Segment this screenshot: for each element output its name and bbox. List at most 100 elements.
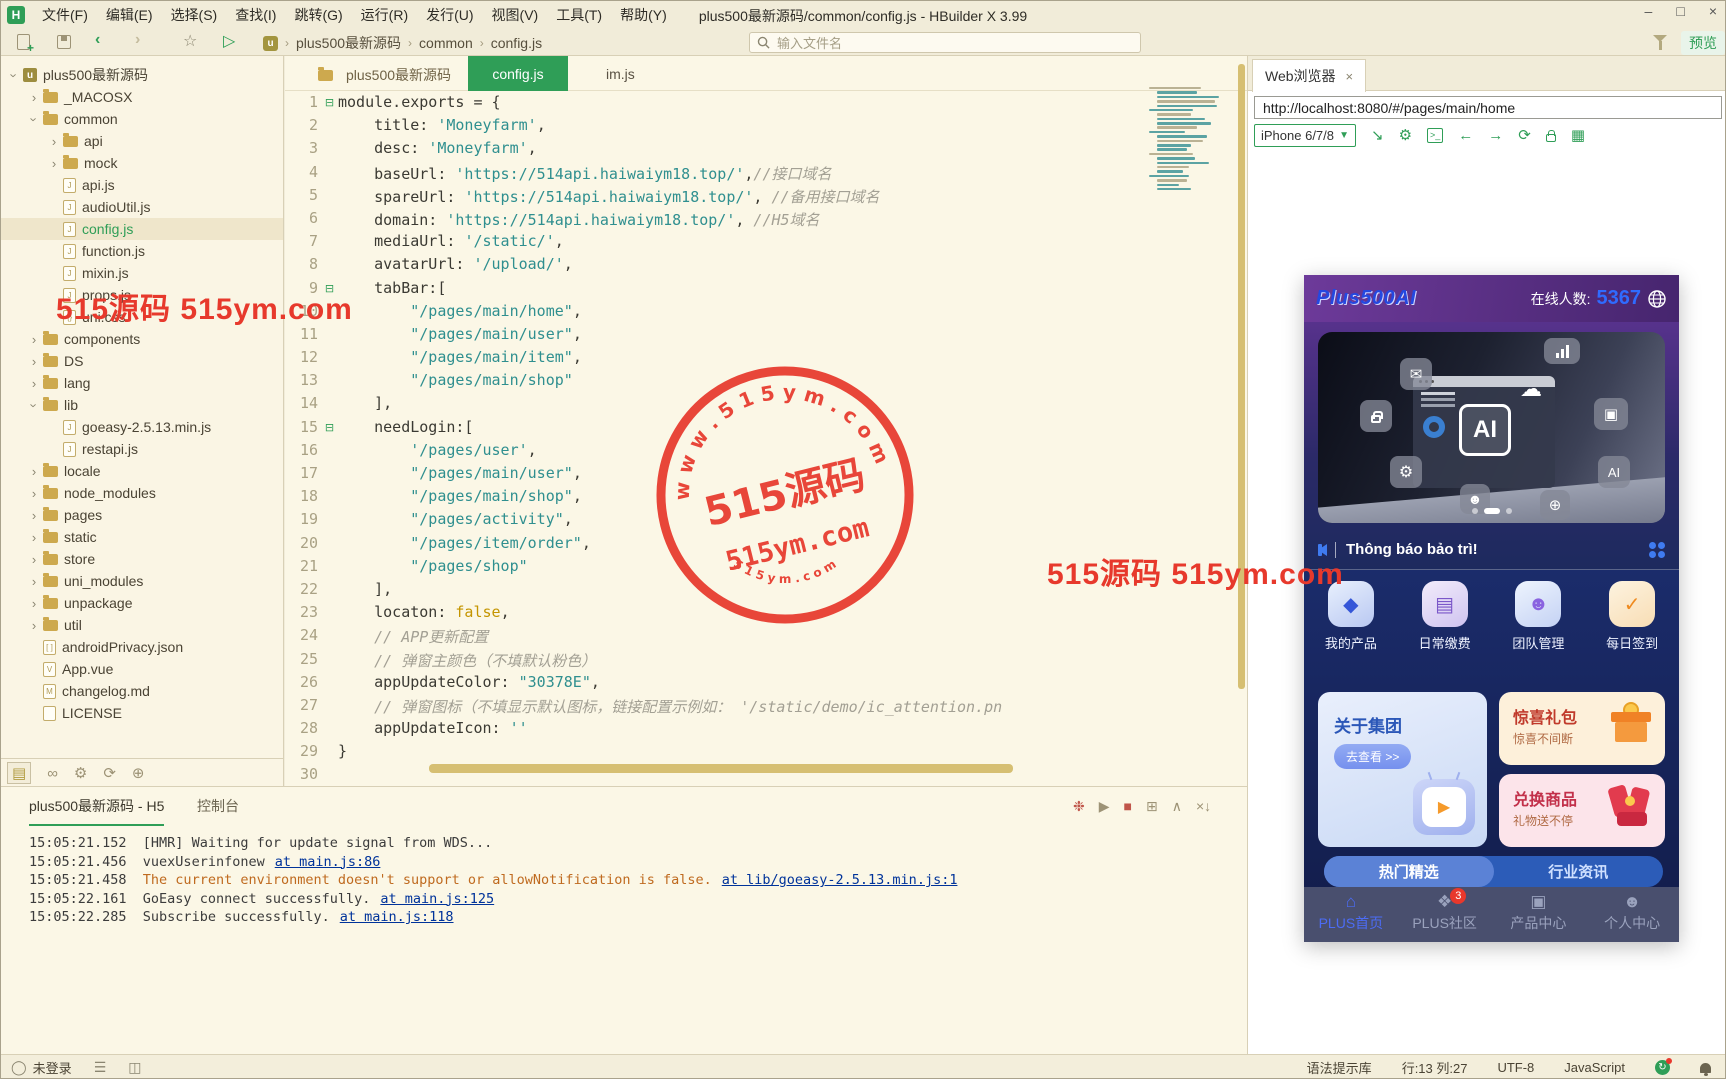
back-icon[interactable]: ← xyxy=(1458,127,1473,144)
tree-item-unpackage[interactable]: ›unpackage xyxy=(1,592,283,614)
console-tab-console[interactable]: 控制台 xyxy=(197,796,239,824)
network-icon[interactable]: ⊕ xyxy=(132,764,145,782)
tree-item-api[interactable]: ›api xyxy=(1,130,283,152)
capture-icon[interactable]: ⊞ xyxy=(1146,798,1158,815)
breadcrumb-item[interactable]: config.js xyxy=(491,35,542,51)
notice-bar[interactable]: Thông báo bảo trì! xyxy=(1304,530,1679,570)
gear-icon[interactable]: ⚙ xyxy=(74,764,87,782)
tree-item-pages[interactable]: ›pages xyxy=(1,504,283,526)
chevron-icon[interactable]: › xyxy=(27,464,41,479)
code-line[interactable]: 7 mediaUrl: '/static/', xyxy=(285,232,1233,255)
tab-im-js[interactable]: im.js xyxy=(588,56,653,91)
file-search-box[interactable]: 输入文件名 xyxy=(749,32,1141,53)
tree-item-lang[interactable]: ›lang xyxy=(1,372,283,394)
menu-item[interactable]: 运行(R) xyxy=(352,5,417,25)
carousel-dots[interactable] xyxy=(1318,508,1665,514)
code-line[interactable]: 4 baseUrl: 'https://514api.haiwaiym18.to… xyxy=(285,163,1233,186)
horizontal-scrollbar[interactable] xyxy=(429,764,1013,773)
tree-item-lib[interactable]: ›lib xyxy=(1,394,283,416)
maximize-button[interactable]: □ xyxy=(1676,3,1684,19)
exchange-goods-card[interactable]: 兑换商品 礼物送不停 xyxy=(1499,774,1665,847)
tree-item-changelog.md[interactable]: Mchangelog.md xyxy=(1,680,283,702)
split-view-icon[interactable]: ◫ xyxy=(128,1059,141,1076)
back-button[interactable]: ‹ xyxy=(95,31,100,49)
close-button[interactable]: × xyxy=(1709,3,1717,19)
nav-item-PLUS社区[interactable]: ❖PLUS社区3 xyxy=(1398,887,1492,942)
browser-tab[interactable]: Web浏览器 × xyxy=(1252,59,1366,92)
pop-out-icon[interactable]: ↘ xyxy=(1371,126,1384,144)
list-view-icon[interactable]: ☰ xyxy=(94,1059,107,1076)
console-icon[interactable]: >_ xyxy=(1427,128,1443,143)
content-tab-热门精选[interactable]: 热门精选 xyxy=(1324,856,1494,887)
menu-item[interactable]: 工具(T) xyxy=(547,5,611,25)
tree-item-static[interactable]: ›static xyxy=(1,526,283,548)
log-source-link[interactable]: at main.js:118 xyxy=(340,909,454,925)
menu-item[interactable]: 选择(S) xyxy=(162,5,227,25)
chevron-icon[interactable]: › xyxy=(27,332,41,347)
chevron-icon[interactable]: › xyxy=(27,596,41,611)
banner-carousel[interactable]: AI ✉ ⚙ ☁ ▣ AI ☻ ⊕ xyxy=(1318,332,1665,523)
tree-item-DS[interactable]: ›DS xyxy=(1,350,283,372)
fold-icon[interactable]: ⊟ xyxy=(321,93,338,116)
chevron-icon[interactable]: › xyxy=(27,574,41,589)
menu-item[interactable]: 编辑(E) xyxy=(97,5,162,25)
gear-icon[interactable]: ⚙ xyxy=(1399,126,1412,144)
tree-item-mock[interactable]: ›mock xyxy=(1,152,283,174)
chevron-icon[interactable]: › xyxy=(27,508,41,523)
breadcrumb-item[interactable]: plus500最新源码 xyxy=(296,33,401,53)
menu-item[interactable]: 文件(F) xyxy=(33,5,97,25)
menu-item[interactable]: 发行(U) xyxy=(417,5,482,25)
encoding[interactable]: UTF-8 xyxy=(1497,1060,1534,1075)
minimize-button[interactable]: – xyxy=(1645,3,1653,19)
binoculars-icon[interactable]: ∞ xyxy=(47,765,58,782)
chevron-icon[interactable]: › xyxy=(27,552,41,567)
quick-item-4[interactable]: ✓每日签到 xyxy=(1585,581,1679,652)
grid-dots-icon[interactable] xyxy=(1649,542,1665,558)
chevron-icon[interactable]: › xyxy=(27,398,42,412)
tree-item-LICENSE[interactable]: LICENSE xyxy=(1,702,283,724)
vertical-scrollbar[interactable] xyxy=(1238,64,1245,689)
minimap[interactable] xyxy=(1149,86,1233,191)
run-button[interactable]: ▷ xyxy=(223,31,235,51)
filter-icon[interactable] xyxy=(1653,35,1667,42)
login-status[interactable]: ◯未登录 xyxy=(11,1058,72,1077)
log-source-link[interactable]: at lib/goeasy-2.5.13.min.js:1 xyxy=(722,872,958,888)
forward-icon[interactable]: → xyxy=(1488,127,1503,144)
project-tab[interactable]: plus500最新源码 xyxy=(316,65,451,85)
chevron-icon[interactable]: › xyxy=(7,68,22,82)
close-tab-icon[interactable]: × xyxy=(1346,69,1354,84)
code-line[interactable]: 25 // 弹窗主颜色（不填默认粉色） xyxy=(285,650,1233,673)
chevron-icon[interactable]: › xyxy=(27,354,41,369)
language-mode[interactable]: JavaScript xyxy=(1564,1060,1625,1075)
tree-item-common[interactable]: ›common xyxy=(1,108,283,130)
url-bar[interactable]: http://localhost:8080/#/pages/main/home xyxy=(1254,96,1722,119)
code-line[interactable]: 8 avatarUrl: '/upload/', xyxy=(285,255,1233,278)
cursor-position[interactable]: 行:13 列:27 xyxy=(1402,1058,1468,1077)
code-line[interactable]: 27 // 弹窗图标（不填显示默认图标，链接配置示例如： '/static/de… xyxy=(285,696,1233,719)
tree-item-uni_modules[interactable]: ›uni_modules xyxy=(1,570,283,592)
tree-item-androidPrivacy.json[interactable]: [ ]androidPrivacy.json xyxy=(1,636,283,658)
chevron-icon[interactable]: › xyxy=(27,112,42,126)
tree-item-locale[interactable]: ›locale xyxy=(1,460,283,482)
quick-item-2[interactable]: ▤日常缴费 xyxy=(1398,581,1492,652)
tree-item-audioUtil.js[interactable]: JaudioUtil.js xyxy=(1,196,283,218)
code-line[interactable]: 29} xyxy=(285,742,1233,765)
menu-item[interactable]: 跳转(G) xyxy=(285,5,351,25)
code-line[interactable]: 28 appUpdateIcon: '' xyxy=(285,719,1233,742)
tree-item-config.js[interactable]: Jconfig.js xyxy=(1,218,283,240)
chevron-icon[interactable]: › xyxy=(27,486,41,501)
tree-item-function.js[interactable]: Jfunction.js xyxy=(1,240,283,262)
forward-button[interactable]: › xyxy=(135,31,140,49)
chevron-icon[interactable]: › xyxy=(47,134,61,149)
chevron-icon[interactable]: › xyxy=(27,376,41,391)
clear-icon[interactable]: ×↓ xyxy=(1196,798,1211,815)
tree-item-node_modules[interactable]: ›node_modules xyxy=(1,482,283,504)
star-button[interactable]: ☆ xyxy=(183,31,197,51)
menu-item[interactable]: 视图(V) xyxy=(483,5,548,25)
menu-item[interactable]: 帮助(Y) xyxy=(611,5,676,25)
nav-item-个人中心[interactable]: ☻个人中心 xyxy=(1585,887,1679,942)
go-view-button[interactable]: 去查看 >> xyxy=(1334,744,1411,769)
quick-item-3[interactable]: ☻团队管理 xyxy=(1492,581,1586,652)
menu-item[interactable]: 查找(I) xyxy=(226,5,285,25)
tree-item-store[interactable]: ›store xyxy=(1,548,283,570)
